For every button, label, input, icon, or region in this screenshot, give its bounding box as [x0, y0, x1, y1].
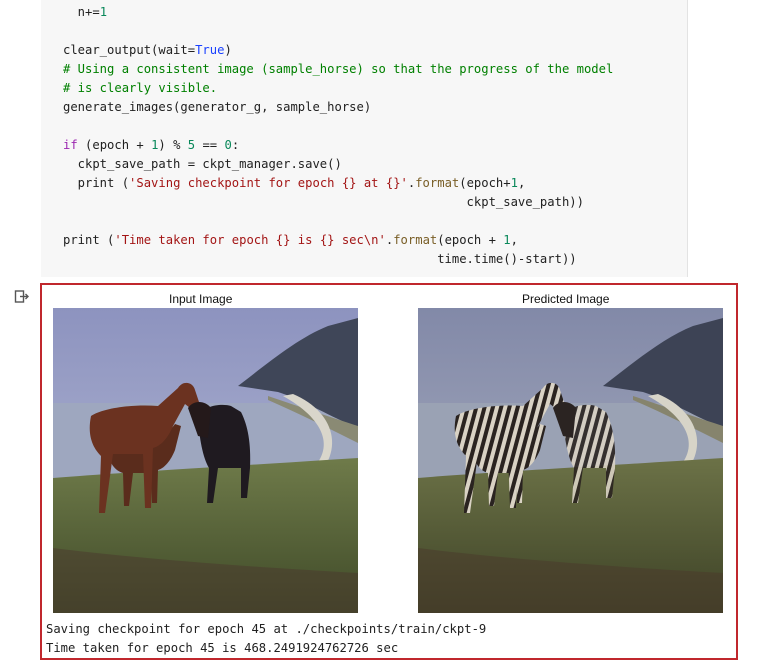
code-token: 0 — [224, 138, 232, 152]
code-token: format — [393, 233, 438, 247]
code-token: clear_output(wait= — [63, 43, 196, 57]
code-token: (epoch+ — [459, 176, 511, 190]
code-token: , — [510, 233, 518, 247]
code-token: 'Time taken for epoch {} is {} sec\n' — [114, 233, 386, 247]
code-token: # Using a consistent image (sample_horse… — [63, 62, 614, 76]
code-token: print ( — [63, 233, 115, 247]
code-line: clear_output(wait=True) — [63, 41, 232, 60]
predicted-image — [418, 308, 723, 613]
code-token: 'Saving checkpoint for epoch {} at {}' — [129, 176, 408, 190]
code-token: == — [195, 138, 225, 152]
code-line: generate_images(generator_g, sample_hors… — [63, 98, 371, 117]
code-token: ) % — [158, 138, 188, 152]
code-token: ) — [224, 43, 232, 57]
code-token: format — [415, 176, 460, 190]
code-token: if — [63, 138, 78, 152]
code-token: ckpt_save_path)) — [63, 195, 584, 209]
code-line: # Using a consistent image (sample_horse… — [63, 60, 613, 79]
input-image — [53, 308, 358, 613]
code-token: print ( — [63, 176, 130, 190]
code-line: # is clearly visible. — [63, 79, 217, 98]
predicted-image-title: Predicted Image — [522, 292, 610, 306]
code-token: 1 — [99, 5, 108, 19]
code-line: print ('Time taken for epoch {} is {} se… — [63, 231, 518, 250]
code-token: ckpt_save_path = ckpt_manager.save() — [63, 157, 342, 171]
code-token: generate_images(generator_g, sample_hors… — [63, 100, 372, 114]
code-token: (epoch + — [437, 233, 504, 247]
code-token: 1 — [503, 233, 511, 247]
code-token: n+= — [63, 5, 100, 19]
code-line: if (epoch + 1) % 5 == 0: — [63, 136, 239, 155]
code-token: 1 — [510, 176, 518, 190]
code-token: (epoch + — [77, 138, 152, 152]
cell-output: Input Image Predicted Image Saving check… — [40, 283, 738, 660]
cell-margin — [688, 0, 765, 277]
code-token: # is clearly visible. — [63, 81, 218, 95]
code-line: ckpt_save_path = ckpt_manager.save() — [63, 155, 342, 174]
code-line: n+=1 — [63, 3, 107, 22]
cell-gutter — [0, 0, 41, 277]
code-token: , — [517, 176, 526, 190]
code-line: print ('Saving checkpoint for epoch {} a… — [63, 174, 526, 193]
code-line: time.time()-start)) — [63, 250, 577, 269]
code-editor[interactable]: n+=1 clear_output(wait=True) # Using a con… — [41, 0, 688, 277]
output-arrow-icon[interactable] — [14, 289, 30, 305]
output-line-checkpoint: Saving checkpoint for epoch 45 at ./chec… — [46, 622, 487, 636]
code-token: 5 — [187, 138, 196, 152]
code-token: time.time()-start)) — [63, 252, 577, 266]
code-line: ckpt_save_path)) — [63, 193, 584, 212]
code-token: : — [231, 138, 240, 152]
output-line-time: Time taken for epoch 45 is 468.249192476… — [46, 641, 399, 655]
input-image-title: Input Image — [169, 292, 233, 306]
code-token: True — [195, 43, 225, 57]
